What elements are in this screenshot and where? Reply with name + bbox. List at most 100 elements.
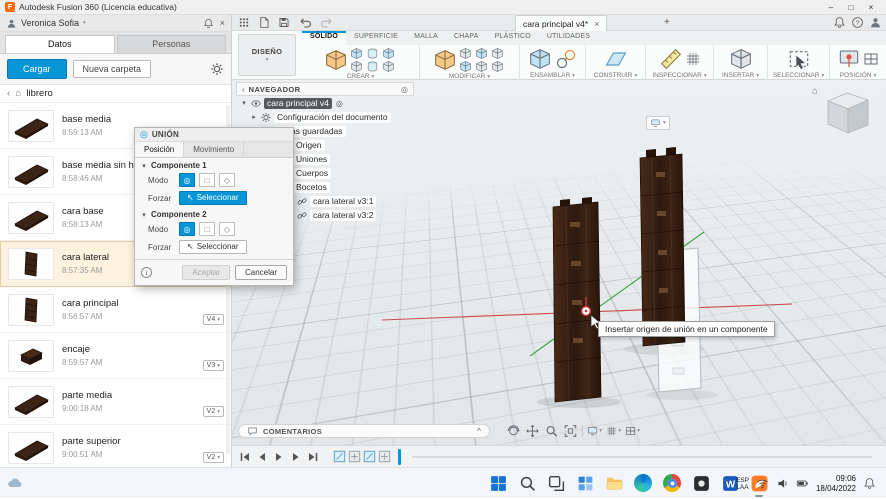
tab-utilidades[interactable]: UTILIDADES (539, 31, 598, 45)
app-grid-icon[interactable] (236, 16, 252, 29)
viewport[interactable]: ⌂ ▾ ‹ NAVEGADOR ◎ ▾ cara principal v4 ◎ … (232, 80, 886, 445)
app-icon[interactable] (689, 471, 713, 495)
workspace-selector[interactable]: DISEÑO ▾ (238, 34, 296, 76)
timeline-feature-icon[interactable] (378, 450, 391, 463)
collapse-icon[interactable]: ‹ (242, 85, 245, 94)
ribbon-group-label-create[interactable]: CREAR ▾ (347, 73, 375, 81)
scale-icon[interactable] (491, 60, 504, 73)
display-settings-menu[interactable]: ▾ (587, 424, 602, 438)
ribbon-group-label-assemble[interactable]: ENSAMBLAR ▾ (530, 72, 575, 80)
component2-section[interactable]: ▾ Componente 2 (135, 207, 293, 220)
fit-icon[interactable] (563, 424, 578, 438)
tab-malla[interactable]: MALLA (406, 31, 446, 45)
hole-icon[interactable] (366, 60, 379, 73)
start-button[interactable] (486, 471, 510, 495)
timeline-sketch-icon[interactable] (333, 450, 346, 463)
cancel-button[interactable]: Cancelar (234, 265, 287, 280)
component2-select-button[interactable]: ↖ Seleccionar (179, 240, 247, 254)
view-cube-model[interactable] (814, 86, 878, 138)
maximize-button[interactable]: □ (841, 0, 861, 14)
offset-face-icon[interactable] (459, 60, 472, 73)
select-icon[interactable] (787, 47, 811, 71)
component1-select-button[interactable]: ↖ Seleccionar (179, 191, 247, 205)
ribbon-group-label-insert[interactable]: INSERTAR ▾ (722, 72, 759, 80)
ribbon-group-label-position[interactable]: POSICIÓN ▾ (840, 72, 877, 80)
pan-icon[interactable] (525, 424, 540, 438)
ribbon-group-label-select[interactable]: SELECCIONAR ▾ (773, 72, 824, 80)
clock[interactable]: 09:06 18/04/2022 (816, 474, 856, 493)
timeline-feature-icon[interactable] (348, 450, 361, 463)
tab-superficie[interactable]: SUPERFICIE (346, 31, 406, 45)
undo-icon[interactable] (298, 16, 314, 29)
go-to-end-icon[interactable] (306, 450, 320, 464)
close-panel-icon[interactable]: × (220, 18, 225, 28)
volume-icon[interactable] (776, 477, 789, 490)
new-component-icon[interactable] (528, 47, 552, 71)
notifications-icon[interactable] (833, 16, 846, 29)
timeline-position-marker[interactable] (398, 448, 401, 465)
notification-center-icon[interactable] (863, 477, 876, 490)
loft-icon[interactable] (350, 60, 363, 73)
view-cube[interactable]: ⌂ (812, 86, 878, 138)
split-icon[interactable] (475, 60, 488, 73)
edge-icon[interactable] (631, 471, 655, 495)
orbit-icon[interactable] (506, 424, 521, 438)
joint-icon[interactable] (554, 47, 578, 71)
home-icon[interactable]: ⌂ (15, 88, 21, 99)
battery-icon[interactable] (796, 477, 809, 490)
document-tab[interactable]: cara principal v4* × (515, 15, 608, 31)
gear-icon[interactable] (210, 62, 224, 76)
display-settings-button[interactable]: ▾ (646, 116, 670, 130)
insert-icon[interactable] (729, 47, 753, 71)
press-pull-icon[interactable] (433, 48, 457, 72)
widgets-icon[interactable] (573, 471, 597, 495)
fillet-icon[interactable] (459, 47, 472, 60)
list-item[interactable]: parte media 9:00:18 AM V2 ▾ (0, 379, 231, 425)
tab-chapa[interactable]: CHAPA (446, 31, 487, 45)
file-explorer-icon[interactable] (602, 471, 626, 495)
ribbon-group-label-modify[interactable]: MODIFICAR ▾ (449, 73, 490, 81)
chrome-icon[interactable] (660, 471, 684, 495)
dialog-header[interactable]: ◎ UNIÓN (135, 128, 293, 142)
expand-icon[interactable]: ▾ (240, 99, 248, 107)
extrude-icon[interactable] (350, 47, 363, 60)
timeline-sketch-icon[interactable] (363, 450, 376, 463)
item-version-badge[interactable]: V3 ▾ (202, 360, 224, 371)
file-menu-icon[interactable] (256, 16, 272, 29)
go-to-start-icon[interactable] (238, 450, 252, 464)
redo-icon[interactable] (318, 16, 334, 29)
capture-position-icon[interactable] (837, 47, 861, 71)
upload-button[interactable]: Cargar (7, 59, 67, 79)
home-view-icon[interactable]: ⌂ (812, 86, 818, 97)
mode-slide-button[interactable]: ◇ (219, 173, 235, 187)
new-folder-button[interactable]: Nueva carpeta (72, 60, 152, 78)
sweep-icon[interactable] (382, 47, 395, 60)
timeline-track[interactable] (412, 455, 872, 458)
tray-chevron-icon[interactable]: ^ (725, 479, 729, 488)
construction-plane-icon[interactable] (604, 47, 628, 71)
item-version-badge[interactable]: V2 ▾ (202, 452, 224, 463)
list-item[interactable]: cara principal 8:56:57 AM V4 ▾ (0, 287, 231, 333)
mode-planar-button[interactable]: □ (199, 222, 215, 236)
mode-simple-button[interactable]: ◎ (179, 222, 195, 236)
zoom-icon[interactable] (544, 424, 559, 438)
search-icon[interactable] (515, 471, 539, 495)
navigator-root-row[interactable]: ▾ cara principal v4 ◎ (236, 96, 414, 110)
navigator-options-icon[interactable]: ◎ (401, 85, 408, 94)
list-item[interactable]: parte superior 9:00:51 AM V2 ▾ (0, 425, 231, 467)
step-back-icon[interactable] (255, 450, 269, 464)
mode-slide-button[interactable]: ◇ (219, 222, 235, 236)
new-solid-icon[interactable] (324, 48, 348, 72)
user-menu[interactable]: Veronica Sofia ▾ × (0, 15, 231, 32)
revolve-icon[interactable] (366, 47, 379, 60)
play-icon[interactable] (272, 450, 286, 464)
tab-datos[interactable]: Datos (5, 35, 115, 53)
revert-position-icon[interactable] (863, 51, 879, 67)
viewports-menu[interactable]: ▾ (625, 424, 640, 438)
back-icon[interactable]: ‹ (7, 88, 10, 99)
pattern-icon[interactable] (382, 60, 395, 73)
accept-button[interactable]: Aceptar (182, 265, 230, 280)
tab-solido[interactable]: SÓLIDO (302, 31, 347, 45)
component1-section[interactable]: ▾ Componente 1 (135, 158, 293, 171)
tab-plastico[interactable]: PLÁSTICO (487, 31, 539, 45)
